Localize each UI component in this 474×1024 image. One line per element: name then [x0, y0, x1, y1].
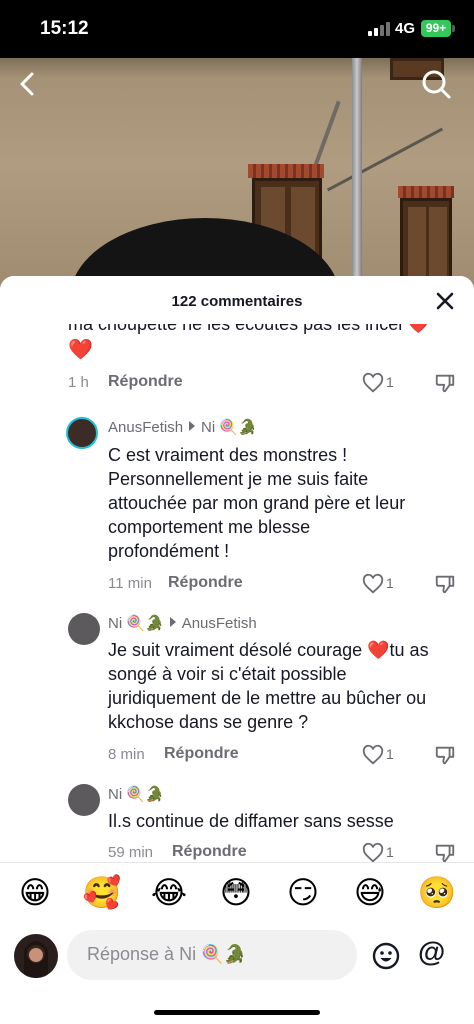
my-avatar: [14, 934, 58, 978]
network-label: 4G: [395, 20, 416, 37]
comment-author[interactable]: Ni 🍭🐊: [108, 785, 164, 803]
video-background[interactable]: [0, 58, 474, 298]
heart-icon: [362, 842, 384, 862]
divider: [0, 862, 474, 863]
comment-time: 1 h: [68, 374, 89, 391]
like-count: 1: [386, 374, 394, 390]
emoji-love-button[interactable]: 🥰: [81, 872, 123, 914]
battery-icon: 99+: [421, 20, 451, 37]
like-count: 1: [386, 575, 394, 591]
reply-button[interactable]: Répondre: [108, 373, 183, 391]
like-button[interactable]: 1: [362, 573, 402, 595]
dislike-icon[interactable]: [434, 842, 456, 862]
avatar[interactable]: [68, 613, 100, 645]
like-count: 1: [386, 746, 394, 762]
emoji-sweat-button[interactable]: 😅: [349, 872, 391, 914]
home-indicator: [154, 1010, 320, 1015]
status-time: 15:12: [40, 18, 89, 39]
reply-button[interactable]: Répondre: [172, 843, 247, 861]
close-icon[interactable]: [434, 290, 456, 312]
comments-list[interactable]: ma choupette ne les écoutes pas les ince…: [0, 314, 474, 862]
comment-time: 8 min: [108, 746, 145, 763]
reply-input[interactable]: Réponse à Ni 🍭🐊: [67, 930, 357, 980]
comment-author[interactable]: Ni 🍭🐊 AnusFetish: [108, 614, 257, 632]
dislike-icon[interactable]: [434, 573, 456, 595]
comment-author[interactable]: AnusFetish Ni 🍭🐊: [108, 418, 257, 436]
comments-count-title: 122 commentaires: [171, 293, 303, 310]
reply-button[interactable]: Répondre: [168, 574, 243, 592]
comment-body: Il.s continue de diffamer sans sesse: [108, 811, 394, 831]
emoji-flushed-button[interactable]: 😳: [215, 872, 257, 914]
signal-icon: [368, 22, 390, 36]
emoji-picker-icon[interactable]: [372, 942, 400, 970]
emoji-pleading-button[interactable]: 🥺: [416, 872, 458, 914]
emoji-quick-bar: 😁 🥰 😂 😳 😏 😅 🥺: [0, 872, 474, 922]
reply-button[interactable]: Répondre: [164, 745, 239, 763]
battery-tip: [452, 25, 455, 32]
emoji-grin-button[interactable]: 😁: [14, 872, 56, 914]
heart-icon: [362, 372, 384, 393]
emoji-laugh-button[interactable]: 😂: [148, 872, 190, 914]
comment-composer: Réponse à Ni 🍭🐊 @: [0, 926, 474, 986]
comments-header: 122 commentaires: [0, 276, 474, 324]
dislike-icon[interactable]: [434, 744, 456, 766]
comment-time: 59 min: [108, 844, 154, 861]
like-button[interactable]: 1: [362, 372, 402, 394]
emoji-smirk-button[interactable]: 😏: [282, 872, 324, 914]
dislike-icon[interactable]: [434, 372, 456, 394]
comments-sheet: 122 commentaires ma choupette ne les éco…: [0, 276, 474, 1024]
avatar[interactable]: [68, 784, 100, 816]
avatar[interactable]: [66, 417, 98, 449]
drain-pipe: [352, 58, 362, 298]
mention-button[interactable]: @: [418, 936, 445, 968]
back-icon[interactable]: [14, 70, 42, 98]
like-count: 1: [386, 844, 394, 860]
heart-icon: [362, 744, 384, 765]
search-icon[interactable]: [420, 68, 452, 100]
like-button[interactable]: 1: [362, 842, 402, 862]
reply-placeholder: Réponse à Ni 🍭🐊: [87, 944, 246, 964]
heart-icon: [362, 573, 384, 594]
like-button[interactable]: 1: [362, 744, 402, 766]
status-bar: 15:12 4G 99+: [0, 0, 474, 58]
comment-text-2: ❤️: [68, 339, 93, 361]
comment-time: 11 min: [108, 575, 152, 592]
